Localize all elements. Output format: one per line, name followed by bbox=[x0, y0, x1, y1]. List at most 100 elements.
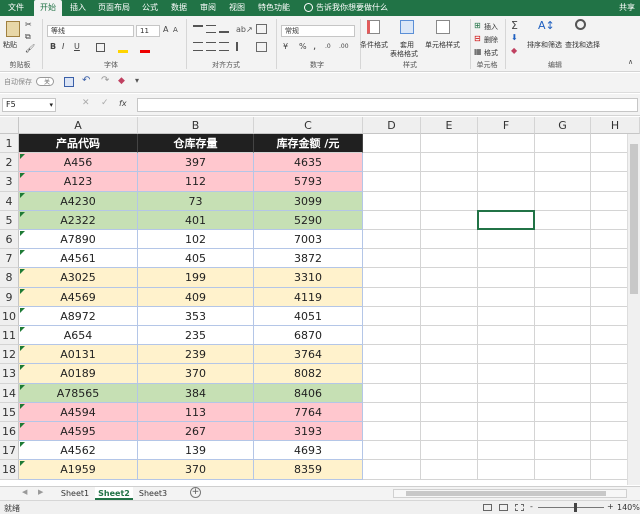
redo-icon[interactable]: ↷ bbox=[101, 75, 109, 86]
scroll-right-icon[interactable]: ▶ bbox=[38, 488, 43, 496]
merge-center-icon[interactable] bbox=[256, 42, 267, 52]
format-button[interactable]: 格式 bbox=[484, 48, 498, 58]
empty-cell[interactable] bbox=[421, 134, 478, 154]
stock-amount-cell[interactable]: 4635 bbox=[254, 153, 363, 173]
align-center-icon[interactable] bbox=[206, 42, 216, 51]
empty-cell[interactable] bbox=[421, 306, 478, 326]
ribbon-tab[interactable]: 公式 bbox=[137, 0, 163, 16]
row-header[interactable]: 7 bbox=[0, 249, 19, 269]
delete-icon[interactable]: ⊟ bbox=[474, 34, 481, 43]
format-painter-icon[interactable]: 🖌 bbox=[25, 44, 35, 53]
page-layout-icon[interactable] bbox=[499, 504, 508, 511]
zoom-slider[interactable] bbox=[538, 503, 604, 512]
empty-cell[interactable] bbox=[535, 383, 591, 403]
align-left-icon[interactable] bbox=[193, 42, 203, 51]
empty-cell[interactable] bbox=[478, 460, 535, 480]
empty-cell[interactable] bbox=[363, 172, 421, 192]
ribbon-tab[interactable]: 特色功能 bbox=[254, 0, 294, 16]
formula-input[interactable] bbox=[137, 98, 638, 112]
page-break-icon[interactable] bbox=[515, 504, 524, 511]
stock-amount-cell[interactable]: 7003 bbox=[254, 230, 363, 250]
empty-cell[interactable] bbox=[478, 306, 535, 326]
stock-qty-cell[interactable]: 239 bbox=[138, 345, 254, 365]
product-code-cell[interactable]: A123 bbox=[19, 172, 138, 192]
product-code-cell[interactable]: A7890 bbox=[19, 230, 138, 250]
table-header-cell[interactable]: 仓库存量 bbox=[138, 134, 254, 154]
empty-cell[interactable] bbox=[478, 287, 535, 307]
stock-qty-cell[interactable]: 397 bbox=[138, 153, 254, 173]
column-header[interactable]: C bbox=[254, 117, 363, 134]
row-header[interactable]: 1 bbox=[0, 134, 19, 154]
empty-cell[interactable] bbox=[421, 210, 478, 230]
clear-icon[interactable]: ◆ bbox=[511, 46, 517, 55]
table-header-cell[interactable]: 库存金额 /元 bbox=[254, 134, 363, 154]
empty-cell[interactable] bbox=[421, 383, 478, 403]
product-code-cell[interactable]: A0189 bbox=[19, 364, 138, 384]
underline-button[interactable]: U bbox=[74, 42, 80, 51]
insert-button[interactable]: 插入 bbox=[484, 22, 498, 32]
row-header[interactable]: 2 bbox=[0, 153, 19, 173]
stock-qty-cell[interactable]: 409 bbox=[138, 287, 254, 307]
grow-font-button[interactable]: A bbox=[163, 25, 168, 34]
product-code-cell[interactable]: A0131 bbox=[19, 345, 138, 365]
indent-icon[interactable] bbox=[236, 42, 250, 51]
stock-amount-cell[interactable]: 3764 bbox=[254, 345, 363, 365]
empty-cell[interactable] bbox=[363, 345, 421, 365]
row-header[interactable]: 18 bbox=[0, 460, 19, 480]
stock-qty-cell[interactable]: 113 bbox=[138, 402, 254, 422]
stock-qty-cell[interactable]: 401 bbox=[138, 210, 254, 230]
zoom-slider-thumb[interactable] bbox=[574, 503, 577, 512]
empty-cell[interactable] bbox=[478, 153, 535, 173]
cut-icon[interactable]: ✂ bbox=[25, 20, 32, 29]
format-as-table-icon[interactable] bbox=[400, 20, 414, 34]
empty-cell[interactable] bbox=[535, 326, 591, 346]
zoom-in-button[interactable]: + bbox=[607, 502, 614, 511]
scroll-thumb[interactable] bbox=[630, 144, 638, 294]
empty-cell[interactable] bbox=[478, 383, 535, 403]
row-header[interactable]: 8 bbox=[0, 268, 19, 288]
paste-icon[interactable] bbox=[6, 21, 20, 37]
empty-cell[interactable] bbox=[421, 460, 478, 480]
stock-qty-cell[interactable]: 102 bbox=[138, 230, 254, 250]
format-icon[interactable]: ▦ bbox=[474, 47, 482, 56]
row-header[interactable]: 17 bbox=[0, 441, 19, 461]
empty-cell[interactable] bbox=[421, 422, 478, 442]
share-button[interactable]: 共享 bbox=[619, 0, 635, 16]
empty-cell[interactable] bbox=[478, 364, 535, 384]
table-header-cell[interactable]: 产品代码 bbox=[19, 134, 138, 154]
row-header[interactable]: 13 bbox=[0, 364, 19, 384]
row-header[interactable]: 9 bbox=[0, 287, 19, 307]
product-code-cell[interactable]: A4595 bbox=[19, 422, 138, 442]
stock-qty-cell[interactable]: 235 bbox=[138, 326, 254, 346]
empty-cell[interactable] bbox=[535, 153, 591, 173]
stock-amount-cell[interactable]: 4119 bbox=[254, 287, 363, 307]
empty-cell[interactable] bbox=[478, 345, 535, 365]
empty-cell[interactable] bbox=[478, 230, 535, 250]
empty-cell[interactable] bbox=[478, 134, 535, 154]
product-code-cell[interactable]: A8972 bbox=[19, 306, 138, 326]
italic-button[interactable]: I bbox=[62, 42, 64, 51]
empty-cell[interactable] bbox=[421, 153, 478, 173]
ribbon-tab[interactable]: 数据 bbox=[165, 0, 193, 16]
empty-cell[interactable] bbox=[421, 191, 478, 211]
product-code-cell[interactable]: A2322 bbox=[19, 210, 138, 230]
zoom-out-button[interactable]: - bbox=[530, 502, 533, 511]
empty-cell[interactable] bbox=[421, 249, 478, 269]
empty-cell[interactable] bbox=[535, 422, 591, 442]
empty-cell[interactable] bbox=[478, 268, 535, 288]
ribbon-tab[interactable]: 审阅 bbox=[195, 0, 221, 16]
insert-function-button[interactable]: fx bbox=[119, 99, 127, 108]
conditional-format-button[interactable]: 条件格式 bbox=[360, 40, 388, 50]
stock-qty-cell[interactable]: 199 bbox=[138, 268, 254, 288]
empty-cell[interactable] bbox=[421, 172, 478, 192]
eraser-icon[interactable]: ◆ bbox=[118, 76, 125, 86]
comma-button[interactable]: , bbox=[313, 41, 316, 52]
align-right-icon[interactable] bbox=[219, 42, 229, 51]
empty-cell[interactable] bbox=[535, 345, 591, 365]
product-code-cell[interactable]: A1959 bbox=[19, 460, 138, 480]
decrease-decimal-button[interactable]: .00 bbox=[339, 43, 349, 50]
empty-cell[interactable] bbox=[478, 326, 535, 346]
empty-cell[interactable] bbox=[535, 460, 591, 480]
row-header[interactable]: 12 bbox=[0, 345, 19, 365]
percent-button[interactable]: % bbox=[299, 42, 307, 51]
